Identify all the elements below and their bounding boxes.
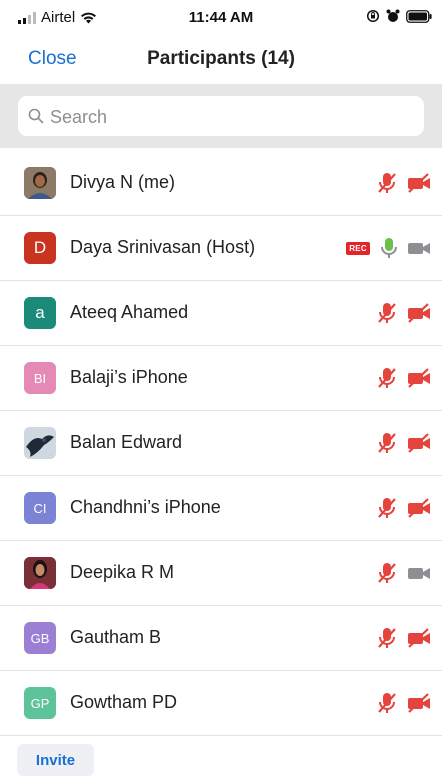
mic-muted-icon bbox=[378, 303, 396, 323]
avatar: BI bbox=[24, 362, 56, 394]
participant-status bbox=[376, 626, 432, 650]
participant-name: Balan Edward bbox=[70, 432, 183, 452]
status-bar: Airtel 11:44 AM bbox=[0, 0, 442, 38]
avatar: CI bbox=[24, 492, 56, 524]
invite-button[interactable]: Invite bbox=[17, 744, 94, 776]
participant-status bbox=[376, 171, 432, 195]
mic-muted-icon bbox=[378, 498, 396, 518]
participant-row[interactable]: D Daya Srinivasan (Host) REC bbox=[0, 216, 442, 281]
participant-status bbox=[376, 561, 432, 585]
video-off-icon bbox=[408, 173, 430, 193]
video-off-icon bbox=[408, 303, 430, 323]
mic-muted-icon bbox=[378, 628, 396, 648]
participant-status bbox=[376, 301, 432, 325]
search-input[interactable] bbox=[48, 96, 412, 138]
participants-list: Divya N (me) D Daya Srinivasan (Host) RE… bbox=[0, 151, 442, 736]
search-bar-container bbox=[0, 84, 442, 148]
search-box[interactable] bbox=[18, 96, 424, 138]
participant-row[interactable]: Balan Edward bbox=[0, 411, 442, 476]
participant-status bbox=[376, 691, 432, 715]
participant-status bbox=[376, 496, 432, 520]
participant-status: REC bbox=[346, 236, 432, 260]
video-off-icon bbox=[408, 628, 430, 648]
video-off-icon bbox=[408, 693, 430, 713]
participant-status bbox=[376, 366, 432, 390]
participant-row[interactable]: Deepika R M bbox=[0, 541, 442, 606]
avatar: GP bbox=[24, 687, 56, 719]
participant-name: Balaji’s iPhone bbox=[70, 367, 188, 387]
participant-name: Deepika R M bbox=[70, 562, 175, 582]
alarm-icon bbox=[386, 9, 400, 22]
video-off-icon bbox=[408, 498, 430, 518]
participant-name: Gautham B bbox=[70, 627, 162, 647]
mic-muted-icon bbox=[378, 173, 396, 193]
rotation-lock-icon bbox=[366, 9, 380, 23]
search-icon bbox=[28, 108, 44, 124]
video-off-icon bbox=[408, 368, 430, 388]
participant-name: Gowtham PD bbox=[70, 692, 178, 712]
recording-badge: REC bbox=[346, 241, 370, 255]
status-right bbox=[366, 9, 432, 23]
avatar: a bbox=[24, 297, 56, 329]
avatar: D bbox=[24, 232, 56, 264]
participant-name: Chandhni’s iPhone bbox=[70, 497, 221, 517]
participant-name: Daya Srinivasan (Host) bbox=[70, 237, 256, 257]
avatar bbox=[24, 167, 56, 199]
mic-muted-icon bbox=[378, 368, 396, 388]
participant-row[interactable]: CI Chandhni’s iPhone bbox=[0, 476, 442, 541]
mic-muted-icon bbox=[378, 563, 396, 583]
participant-name: Divya N (me) bbox=[70, 172, 176, 192]
participant-row[interactable]: GP Gowtham PD bbox=[0, 671, 442, 736]
avatar bbox=[24, 557, 56, 589]
nav-header: Close Participants (14) bbox=[0, 38, 442, 84]
participant-row[interactable]: BI Balaji’s iPhone bbox=[0, 346, 442, 411]
mic-muted-icon bbox=[378, 693, 396, 713]
video-icon bbox=[408, 568, 430, 579]
participant-status bbox=[376, 431, 432, 455]
mic-active-icon bbox=[381, 238, 397, 258]
avatar bbox=[24, 427, 56, 459]
video-off-icon bbox=[408, 433, 430, 453]
participant-row[interactable]: a Ateeq Ahamed bbox=[0, 281, 442, 346]
participant-row[interactable]: Divya N (me) bbox=[0, 151, 442, 216]
page-title: Participants (14) bbox=[147, 48, 295, 69]
mic-muted-icon bbox=[378, 433, 396, 453]
participant-row[interactable]: GB Gautham B bbox=[0, 606, 442, 671]
participant-name: Ateeq Ahamed bbox=[70, 302, 189, 322]
video-icon bbox=[408, 243, 430, 254]
avatar: GB bbox=[24, 622, 56, 654]
battery-icon bbox=[406, 9, 432, 23]
